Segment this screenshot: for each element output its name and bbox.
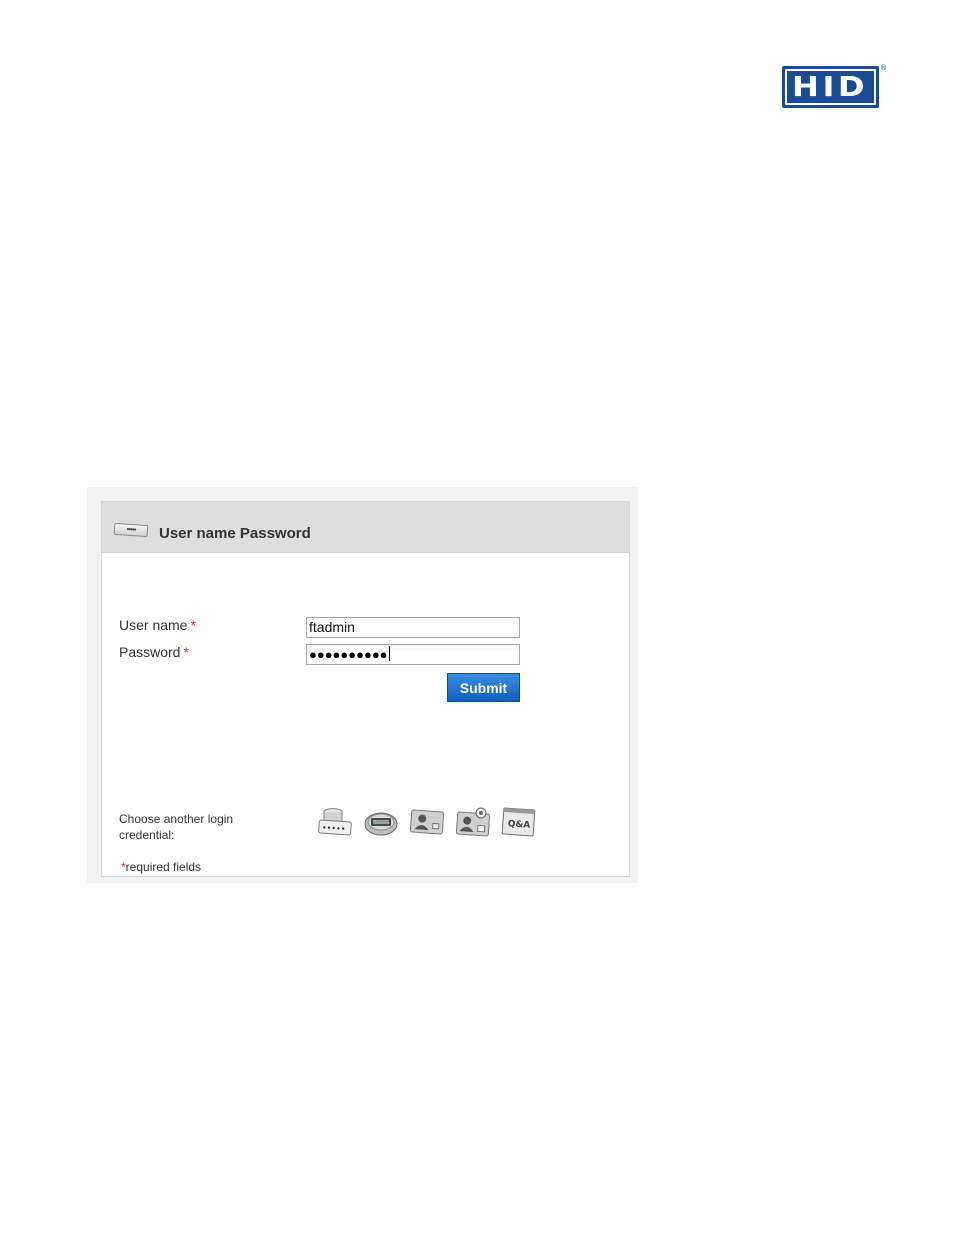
q-and-a-icon[interactable]: Q&A [500,805,538,841]
certificate-card-icon[interactable] [454,805,492,841]
submit-button[interactable]: Submit [447,673,520,702]
password-label: Password * [119,644,189,660]
hid-logo: HID [782,66,879,108]
password-input[interactable]: ●●●●●●●●●● [306,644,520,665]
required-fields-text: required fields [125,860,202,874]
username-input[interactable]: ftadmin [306,617,520,638]
password-card-icon: ••••• [113,522,149,538]
q-and-a-text: Q&A [507,819,530,831]
text-caret [388,646,390,661]
credential-options: ••••• Q&A [316,805,536,843]
password-label-text: Password [119,644,181,660]
choose-credential-label: Choose another login credential: [119,812,234,842]
logo-text: HID [792,70,869,103]
required-marker: * [183,644,189,660]
registered-mark: ® [880,64,887,72]
username-label-text: User name [119,617,188,633]
otp-token-icon[interactable] [362,805,400,841]
svg-text:•••••: ••••• [322,823,346,834]
password-value: ●●●●●●●●●● [309,647,388,662]
username-value: ftadmin [309,619,355,635]
database-password-icon[interactable]: ••••• [316,805,354,841]
panel-title: User name Password [159,525,311,542]
username-label: User name * [119,617,196,633]
login-panel: ••••• User name Password User name * ftad… [101,501,630,877]
smart-card-icon[interactable] [408,805,446,841]
panel-header: ••••• User name Password [102,502,629,553]
required-fields-note: *required fields [121,860,201,874]
required-marker: * [190,617,196,633]
